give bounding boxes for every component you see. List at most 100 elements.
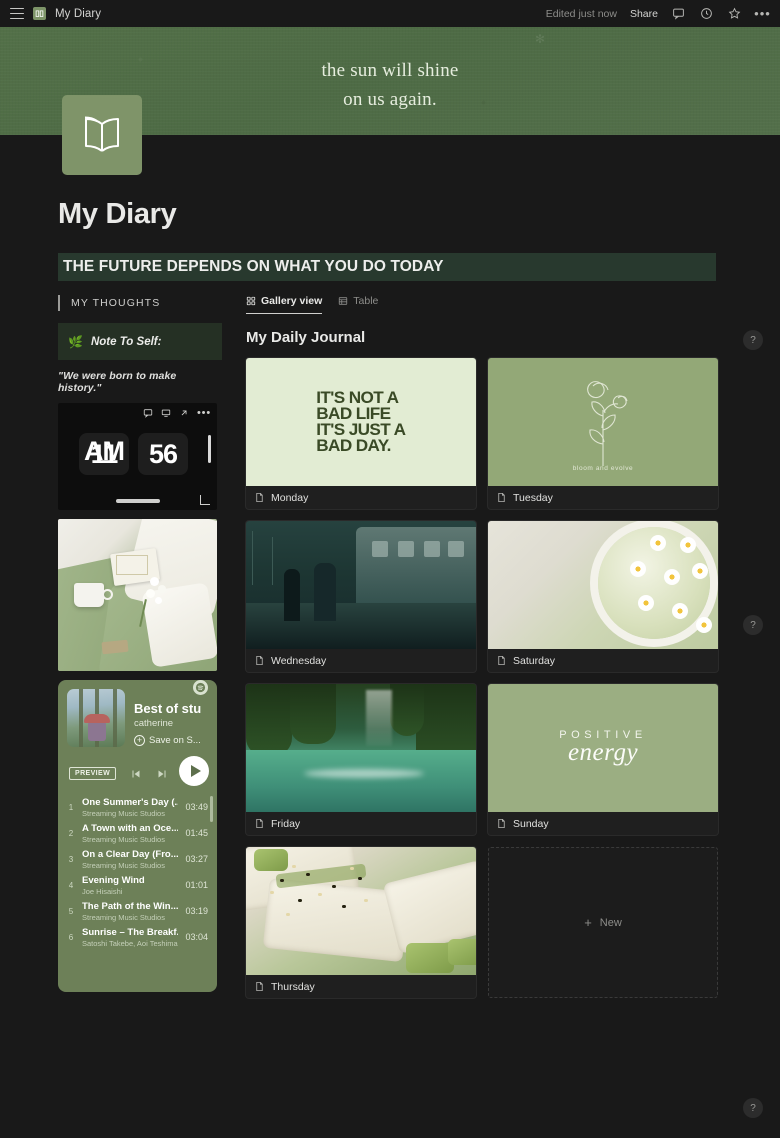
- note-to-self-callout[interactable]: 🌿 Note To Self:: [58, 323, 222, 360]
- gallery-card-saturday[interactable]: Saturday: [488, 521, 718, 672]
- page-title[interactable]: My Diary: [58, 198, 177, 231]
- track-number: 4: [68, 880, 74, 890]
- gallery-grid-icon: [246, 296, 256, 305]
- card-caption: bloom and evolve: [572, 465, 634, 472]
- track-list: 1 One Summer's Day (... Streaming Music …: [67, 794, 213, 950]
- track-meta: Sunrise – The Breakf... Satoshi Takebe, …: [82, 927, 178, 948]
- gallery-card-wednesday[interactable]: Wednesday: [246, 521, 476, 672]
- track-number: 2: [68, 828, 74, 838]
- new-card-button[interactable]: + New: [488, 847, 718, 998]
- gallery-card-sunday[interactable]: POSITIVE energy Sunday: [488, 684, 718, 835]
- help-button[interactable]: ?: [743, 330, 763, 350]
- flatlay-photo[interactable]: [58, 519, 217, 671]
- open-book-icon[interactable]: [62, 95, 142, 175]
- card-title: Wednesday: [271, 654, 327, 667]
- card-footer: Thursday: [246, 975, 476, 998]
- tab-gallery-view[interactable]: Gallery view: [246, 295, 323, 314]
- display-icon[interactable]: [161, 408, 171, 418]
- list-item[interactable]: 2 A Town with an Oce... Streaming Music …: [67, 820, 208, 846]
- track-duration: 01:45: [185, 828, 208, 838]
- clock-history-icon[interactable]: [699, 6, 714, 21]
- track-meta: A Town with an Oce... Streaming Music St…: [82, 823, 178, 844]
- more-options-icon[interactable]: •••: [754, 6, 770, 21]
- gallery-grid: IT'S NOT A BAD LIFE IT'S JUST A BAD DAY.…: [246, 358, 718, 998]
- comment-icon[interactable]: [671, 6, 686, 21]
- track-number: 3: [68, 854, 74, 864]
- gallery-card-thursday[interactable]: Thursday: [246, 847, 476, 998]
- database-view-tabs: Gallery view Table: [246, 293, 718, 315]
- play-button[interactable]: [179, 756, 209, 786]
- plus-icon: +: [584, 915, 592, 930]
- preview-badge: PREVIEW: [69, 767, 117, 780]
- track-name: On a Clear Day (Fro...: [82, 848, 179, 860]
- list-item[interactable]: 4 Evening Wind Joe Hisaishi 01:01: [67, 872, 208, 898]
- tracklist-scrollbar[interactable]: [210, 796, 213, 822]
- edited-status: Edited just now: [545, 7, 617, 20]
- widget-scrollbar[interactable]: [208, 435, 211, 463]
- breadcrumb-title[interactable]: My Diary: [55, 8, 101, 20]
- callout-banner[interactable]: THE FUTURE DEPENDS ON WHAT YOU DO TODAY: [58, 253, 716, 281]
- card-cover: [246, 521, 476, 649]
- spotify-icon: [193, 680, 208, 695]
- track-number: 5: [68, 906, 74, 916]
- track-duration: 03:49: [185, 802, 208, 812]
- track-duration: 01:01: [185, 880, 208, 890]
- share-button[interactable]: Share: [630, 8, 658, 20]
- card-title: Monday: [271, 491, 309, 504]
- widget-resize-handle[interactable]: [200, 495, 210, 505]
- list-item[interactable]: 1 One Summer's Day (... Streaming Music …: [67, 794, 208, 820]
- player-controls: PREVIEW •••: [67, 756, 209, 786]
- clock-hours-card: AM 11: [79, 433, 129, 475]
- card-cover: [488, 521, 718, 649]
- track-artist: Streaming Music Studios: [82, 834, 165, 844]
- playlist-info: Best of stu catherine + Save on S...: [134, 680, 208, 747]
- expand-icon[interactable]: [179, 408, 189, 418]
- track-name: The Path of the Win...: [82, 900, 179, 912]
- callout-text: THE FUTURE DEPENDS ON WHAT YOU DO TODAY: [63, 258, 444, 275]
- page-icon: [498, 655, 505, 666]
- hamburger-icon[interactable]: [10, 8, 24, 19]
- table-icon: [339, 297, 348, 305]
- track-artist: Satoshi Takebe, Aoi Teshima: [82, 938, 178, 948]
- heading-accent-bar: [58, 295, 60, 311]
- list-item[interactable]: 6 Sunrise – The Breakf... Satoshi Takebe…: [67, 924, 208, 950]
- gallery-card-monday[interactable]: IT'S NOT A BAD LIFE IT'S JUST A BAD DAY.…: [246, 358, 476, 509]
- widget-home-indicator: [115, 499, 160, 503]
- next-track-icon[interactable]: [156, 768, 168, 780]
- top-bar-right: Edited just now Share •••: [546, 6, 770, 21]
- card-title: Tuesday: [513, 491, 553, 504]
- list-item[interactable]: 3 On a Clear Day (Fro... Streaming Music…: [67, 846, 208, 872]
- card-footer: Friday: [246, 812, 476, 835]
- top-bar-left: My Diary: [10, 7, 101, 20]
- gallery-card-tuesday[interactable]: bloom and evolve Tuesday: [488, 358, 718, 509]
- flip-clock-widget[interactable]: ••• AM 11 56: [58, 403, 217, 510]
- card-cover: bloom and evolve: [488, 358, 718, 486]
- more-options-icon[interactable]: •••: [197, 408, 211, 419]
- book-icon: [33, 7, 46, 20]
- help-button[interactable]: ?: [743, 1098, 763, 1118]
- card-title: Saturday: [513, 654, 556, 667]
- list-item[interactable]: 5 The Path of the Win... Streaming Music…: [67, 898, 208, 924]
- gallery-card-friday[interactable]: Friday: [246, 684, 476, 835]
- comment-icon[interactable]: [143, 408, 153, 418]
- database-title[interactable]: My Daily Journal: [246, 329, 718, 346]
- card-cover: IT'S NOT A BAD LIFE IT'S JUST A BAD DAY.: [246, 358, 476, 486]
- quote-line: IT'S JUST A: [316, 421, 406, 439]
- card-footer: Tuesday: [488, 486, 718, 509]
- star-icon[interactable]: [727, 6, 742, 21]
- tab-table[interactable]: Table: [338, 295, 378, 313]
- page-icon: [256, 981, 263, 992]
- track-name: Evening Wind: [82, 874, 145, 886]
- track-meta: The Path of the Win... Streaming Music S…: [82, 901, 178, 922]
- plus-icon: +: [134, 735, 145, 746]
- cover-quote-line1: the sun will shine: [321, 60, 459, 81]
- right-column: Gallery view Table My Daily Journal IT'S…: [246, 293, 718, 998]
- help-button[interactable]: ?: [743, 615, 763, 635]
- previous-track-icon[interactable]: [130, 768, 142, 780]
- spotify-embed[interactable]: Best of stu catherine + Save on S... PRE…: [58, 680, 217, 992]
- save-on-spotify-button[interactable]: + Save on S...: [134, 735, 208, 746]
- playlist-title[interactable]: Best of stu: [134, 701, 208, 716]
- quote-text: IT'S NOT A BAD LIFE IT'S JUST A BAD DAY.: [316, 389, 406, 454]
- track-number: 1: [68, 802, 74, 812]
- track-meta: Evening Wind Joe Hisaishi: [82, 875, 178, 896]
